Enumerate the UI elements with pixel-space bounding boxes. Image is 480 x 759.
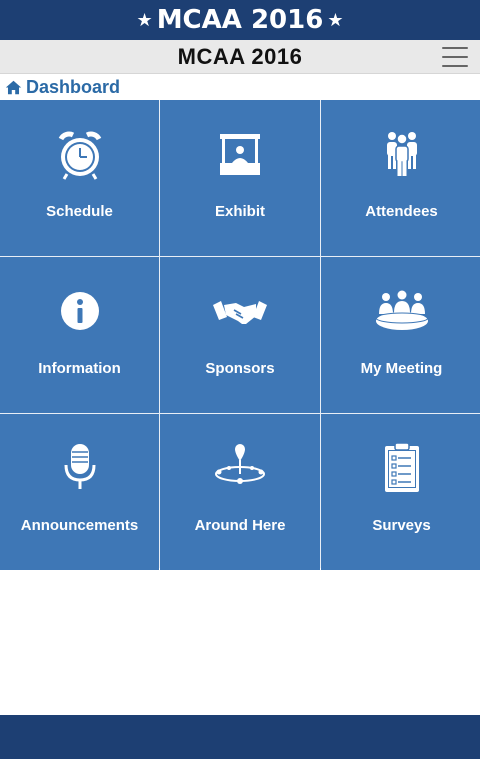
tile-label: Sponsors [205, 360, 275, 377]
hamburger-icon [442, 47, 468, 49]
tile-label: Exhibit [214, 203, 265, 220]
page-title: MCAA 2016 [177, 43, 303, 69]
tile-sponsors[interactable]: Sponsors [160, 257, 320, 413]
tile-label: My Meeting [360, 360, 443, 377]
home-icon [5, 80, 22, 94]
tile-label: Surveys [372, 517, 431, 534]
hamburger-icon [442, 65, 468, 67]
tile-label: Announcements [20, 517, 139, 534]
star-icon: ★ [327, 9, 344, 31]
tile-label: Attendees [365, 203, 438, 220]
tile-surveys[interactable]: Surveys [321, 414, 480, 570]
breadcrumb[interactable]: Dashboard [0, 74, 480, 100]
star-icon: ★ [136, 9, 153, 31]
app-header: MCAA 2016 [0, 40, 480, 74]
tile-information[interactable]: Information [0, 257, 159, 413]
handshake-icon [212, 283, 268, 339]
info-icon [52, 283, 108, 339]
map-pin-icon [212, 440, 268, 496]
hamburger-menu-button[interactable] [442, 47, 468, 67]
banner-title: MCAA 2016 [156, 5, 324, 35]
exhibit-booth-icon [212, 126, 268, 182]
tile-around-here[interactable]: Around Here [160, 414, 320, 570]
breadcrumb-label: Dashboard [26, 76, 121, 97]
tile-label: Schedule [46, 203, 113, 220]
microphone-icon [52, 440, 108, 496]
tile-schedule[interactable]: Schedule [0, 100, 159, 256]
top-banner: ★ MCAA 2016 ★ [0, 0, 480, 40]
tile-label: Information [38, 360, 121, 377]
dashboard-grid: Schedule Exhibit Attendees Information S… [0, 100, 480, 570]
footer-bar [0, 715, 480, 759]
tile-announcements[interactable]: Announcements [0, 414, 159, 570]
meeting-icon [374, 283, 430, 339]
tile-label: Around Here [194, 517, 286, 534]
tile-attendees[interactable]: Attendees [321, 100, 480, 256]
clipboard-icon [374, 440, 430, 496]
attendees-icon [374, 126, 430, 182]
hamburger-icon [442, 56, 468, 58]
tile-my-meeting[interactable]: My Meeting [321, 257, 480, 413]
alarm-clock-icon [52, 126, 108, 182]
tile-exhibit[interactable]: Exhibit [160, 100, 320, 256]
